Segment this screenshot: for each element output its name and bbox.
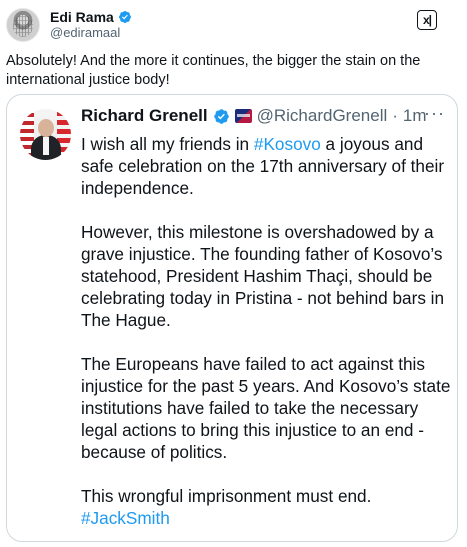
- affiliation-badge-icon[interactable]: [234, 109, 252, 123]
- quoted-handle[interactable]: @RichardGrenell: [257, 106, 388, 126]
- grok-button[interactable]: x|: [417, 10, 437, 30]
- quoted-author-avatar[interactable]: [20, 109, 71, 160]
- verified-badge-icon: [118, 11, 131, 23]
- quoted-paragraph-4-text: This wrongful imprisonment must end.: [81, 486, 372, 506]
- hashtag-kosovo-link[interactable]: #Kosovo: [254, 134, 321, 154]
- quoted-header: Richard Grenell @RichardGrenell · 1m: [81, 106, 427, 126]
- author-names: Edi Rama @ediramaal: [50, 9, 132, 41]
- tweet-text: Absolutely! And the more it continues, t…: [6, 53, 421, 88]
- quoted-timestamp[interactable]: 1m: [403, 106, 427, 126]
- quoted-paragraph-1-before: I wish all my friends in: [81, 134, 254, 154]
- author-name-row: Edi Rama: [50, 9, 132, 25]
- quoted-paragraph-3: The Europeans have failed to act against…: [81, 354, 451, 462]
- avatar-figure-shirt: [43, 137, 49, 155]
- quoted-paragraph-2: However, this milestone is overshadowed …: [81, 222, 445, 330]
- author-handle[interactable]: @ediramaal: [50, 25, 132, 41]
- more-options-icon[interactable]: ···: [424, 103, 445, 124]
- quoted-text: I wish all my friends in #Kosovo a joyou…: [81, 133, 456, 529]
- verified-badge-icon: [213, 108, 229, 124]
- tweet-card: Edi Rama @ediramaal x| Absolutely! And t…: [0, 0, 467, 547]
- tweet-header: Edi Rama @ediramaal: [6, 8, 132, 42]
- quoted-paragraph-4: This wrongful imprisonment must end. #Jac…: [81, 485, 456, 529]
- hashtag-jacksmith-link[interactable]: #JackSmith: [81, 508, 170, 528]
- quoted-paragraph-1: I wish all my friends in #Kosovo a joyou…: [81, 133, 456, 199]
- quoted-display-name[interactable]: Richard Grenell: [81, 106, 208, 126]
- quoted-separator: ·: [392, 106, 398, 125]
- quoted-tweet[interactable]: Richard Grenell @RichardGrenell · 1m ···…: [6, 94, 458, 542]
- author-avatar[interactable]: [6, 8, 40, 42]
- author-display-name[interactable]: Edi Rama: [50, 9, 114, 25]
- avatar-figure-head: [38, 119, 54, 137]
